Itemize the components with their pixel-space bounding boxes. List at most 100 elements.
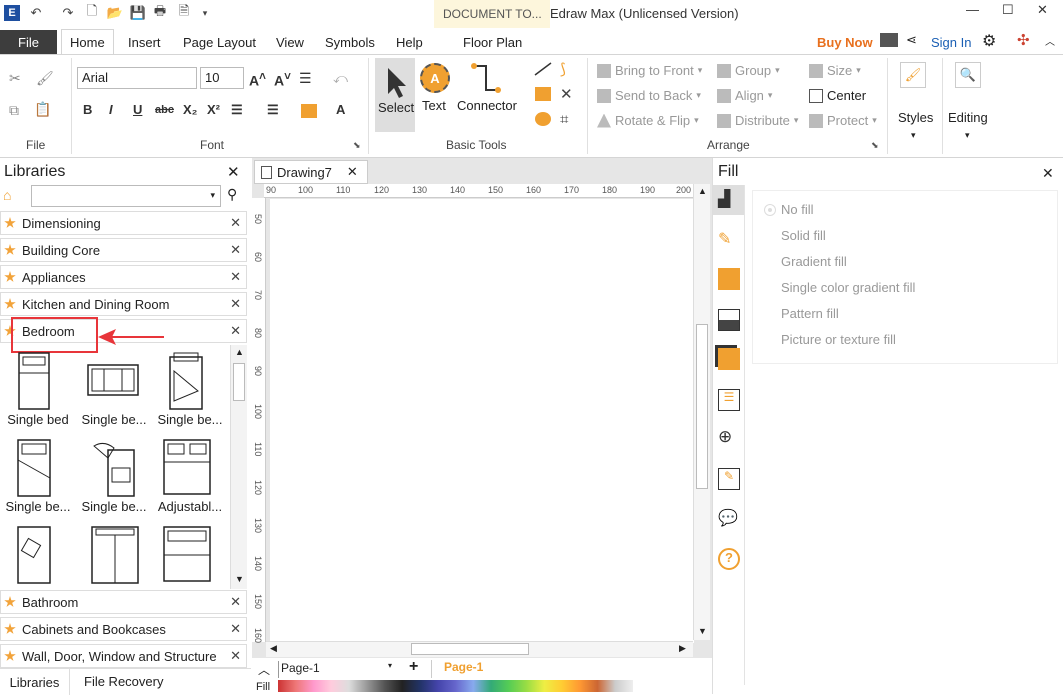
scroll-right-icon[interactable]: ▶ xyxy=(679,643,686,654)
fill-option-picture[interactable]: Picture or texture fill xyxy=(765,332,896,347)
shape-single-bed-4[interactable]: Single be... xyxy=(0,432,76,518)
minimize-button[interactable]: — xyxy=(966,2,979,17)
close-library-icon[interactable]: ✕ xyxy=(230,296,241,312)
print-icon[interactable]: 🖶 xyxy=(152,3,168,21)
scroll-left-icon[interactable]: ◀ xyxy=(270,643,277,654)
subscript-icon[interactable]: X₂ xyxy=(183,102,197,117)
ellipse-tool-icon[interactable] xyxy=(535,112,551,126)
close-library-icon[interactable]: ✕ xyxy=(230,621,241,637)
line-spacing-icon[interactable]: ☰ xyxy=(231,102,243,118)
distribute-button[interactable]: Distribute ▾ xyxy=(717,113,798,128)
library-search-input[interactable]: ▾ xyxy=(31,185,221,207)
shape-bed-9[interactable] xyxy=(152,519,228,589)
center-button[interactable]: Center xyxy=(809,88,866,103)
fill-option-gradient[interactable]: Gradient fill xyxy=(765,254,847,269)
text-tool-icon[interactable]: A xyxy=(420,63,450,93)
fill-bucket-icon[interactable]: ▟ xyxy=(718,189,740,211)
close-tab-icon[interactable]: ✕ xyxy=(347,164,358,180)
library-item-appliances[interactable]: Appliances ✕ xyxy=(0,265,247,289)
attachment-icon[interactable]: ✎ xyxy=(718,468,740,490)
color-palette[interactable] xyxy=(278,680,633,694)
styles-dropdown-icon[interactable]: ▾ xyxy=(911,130,916,141)
canvas-horizontal-scrollbar[interactable]: ◀ ▶ xyxy=(266,641,693,657)
bullets-icon[interactable]: ☰ xyxy=(267,102,279,118)
select-tool-button[interactable]: Select xyxy=(375,58,415,132)
sign-in-link[interactable]: Sign In xyxy=(931,35,971,50)
font-name-select[interactable]: Arial xyxy=(77,67,197,89)
shape-bed-7[interactable] xyxy=(0,519,76,589)
globe-icon[interactable]: ⊕ xyxy=(718,427,740,449)
page-tab[interactable]: Page-1 xyxy=(431,660,506,678)
close-library-icon[interactable]: ✕ xyxy=(230,594,241,610)
close-window-button[interactable]: ✕ xyxy=(1037,2,1048,18)
quick-access-dropdown-icon[interactable]: ▾ xyxy=(197,5,213,21)
new-icon[interactable]: 🗋 xyxy=(84,3,100,21)
library-home-icon[interactable]: ⌂ xyxy=(3,187,11,203)
scroll-down-icon[interactable]: ▼ xyxy=(235,574,244,584)
connector-tool-icon[interactable] xyxy=(466,60,506,100)
buy-now-link[interactable]: Buy Now xyxy=(817,35,873,50)
font-launcher-icon[interactable]: ⬊ xyxy=(353,140,361,151)
fill-panel-close-icon[interactable]: ✕ xyxy=(1042,165,1054,182)
crop-tool-icon[interactable]: ⌗ xyxy=(560,111,568,128)
superscript-icon[interactable]: X² xyxy=(207,102,220,117)
library-item-bathroom[interactable]: Bathroom ✕ xyxy=(0,590,247,614)
shape-single-bed-3[interactable]: Single be... xyxy=(152,345,228,431)
font-size-select[interactable]: 10 xyxy=(200,67,244,89)
page-properties-icon[interactable]: ☰ xyxy=(718,389,740,411)
align-text-icon[interactable]: ☰ xyxy=(299,70,312,87)
tab-insert[interactable]: Insert xyxy=(128,35,161,50)
tab-help[interactable]: Help xyxy=(396,35,423,50)
save-icon[interactable]: 💾 xyxy=(130,5,146,21)
apps-icon[interactable]: ✣ xyxy=(1017,31,1030,49)
scroll-down-icon[interactable]: ▼ xyxy=(698,626,707,636)
share-icon[interactable]: ⋖ xyxy=(906,32,917,48)
arc-tool-icon[interactable]: ⟆ xyxy=(560,60,566,78)
canvas-hscroll-thumb[interactable] xyxy=(411,643,529,655)
open-icon[interactable]: 📂 xyxy=(107,5,123,21)
line-tool-icon[interactable] xyxy=(533,61,553,77)
text-direction-icon[interactable]: ⤺ xyxy=(333,70,348,87)
rectangle-tool-icon[interactable] xyxy=(535,87,551,101)
library-scrollbar[interactable]: ▲ ▼ xyxy=(230,345,247,589)
drawing-page[interactable] xyxy=(270,199,694,643)
shape-bed-8[interactable] xyxy=(76,519,152,589)
underline-icon[interactable]: U xyxy=(133,102,142,117)
export-icon[interactable]: 🗎 xyxy=(176,3,192,21)
redo-icon[interactable]: ↷ xyxy=(60,5,76,21)
bring-to-front-button[interactable]: Bring to Front ▾ xyxy=(597,63,702,78)
close-library-icon[interactable]: ✕ xyxy=(230,242,241,258)
paste-icon[interactable]: 📋 xyxy=(34,101,51,118)
add-page-icon[interactable]: + xyxy=(409,658,418,676)
tab-home[interactable]: Home xyxy=(61,29,114,55)
crop-lines-icon[interactable]: ✕ xyxy=(560,85,573,103)
library-scroll-thumb[interactable] xyxy=(233,363,245,401)
editing-button[interactable]: Editing xyxy=(948,110,988,125)
decrease-font-icon[interactable]: A˅ xyxy=(274,70,291,89)
font-color-icon[interactable]: A xyxy=(336,102,345,117)
line-style-icon[interactable]: ✎ xyxy=(718,229,740,251)
layer-icon[interactable] xyxy=(718,348,740,370)
format-painter-icon[interactable]: 🖌 xyxy=(36,70,54,87)
close-library-icon[interactable]: ✕ xyxy=(230,215,241,231)
scroll-up-icon[interactable]: ▲ xyxy=(698,186,707,196)
tab-symbols[interactable]: Symbols xyxy=(325,35,375,50)
image-icon[interactable] xyxy=(718,309,740,331)
tab-libraries[interactable]: Libraries xyxy=(0,669,70,695)
arrange-launcher-icon[interactable]: ⬊ xyxy=(871,140,879,151)
library-item-dimensioning[interactable]: Dimensioning ✕ xyxy=(0,211,247,235)
align-button[interactable]: Align ▾ xyxy=(717,88,772,103)
library-item-cabinets[interactable]: Cabinets and Bookcases ✕ xyxy=(0,617,247,641)
group-button[interactable]: Group ▾ xyxy=(717,63,780,78)
maximize-button[interactable]: ☐ xyxy=(1002,2,1014,18)
editing-dropdown-icon[interactable]: ▾ xyxy=(965,130,970,141)
canvas-vertical-scrollbar[interactable]: ▲ ▼ xyxy=(693,184,710,640)
undo-icon[interactable]: ↶ xyxy=(28,5,44,21)
page-select[interactable]: Page-1 ▾ xyxy=(278,661,396,678)
canvas-vscroll-thumb[interactable] xyxy=(696,324,708,489)
fill-option-solid[interactable]: Solid fill xyxy=(765,228,826,243)
shape-single-bed-2[interactable]: Single be... xyxy=(76,345,152,431)
tab-file-recovery[interactable]: File Recovery xyxy=(84,674,163,689)
italic-icon[interactable]: I xyxy=(109,102,113,117)
help-icon[interactable]: ? xyxy=(718,548,740,570)
